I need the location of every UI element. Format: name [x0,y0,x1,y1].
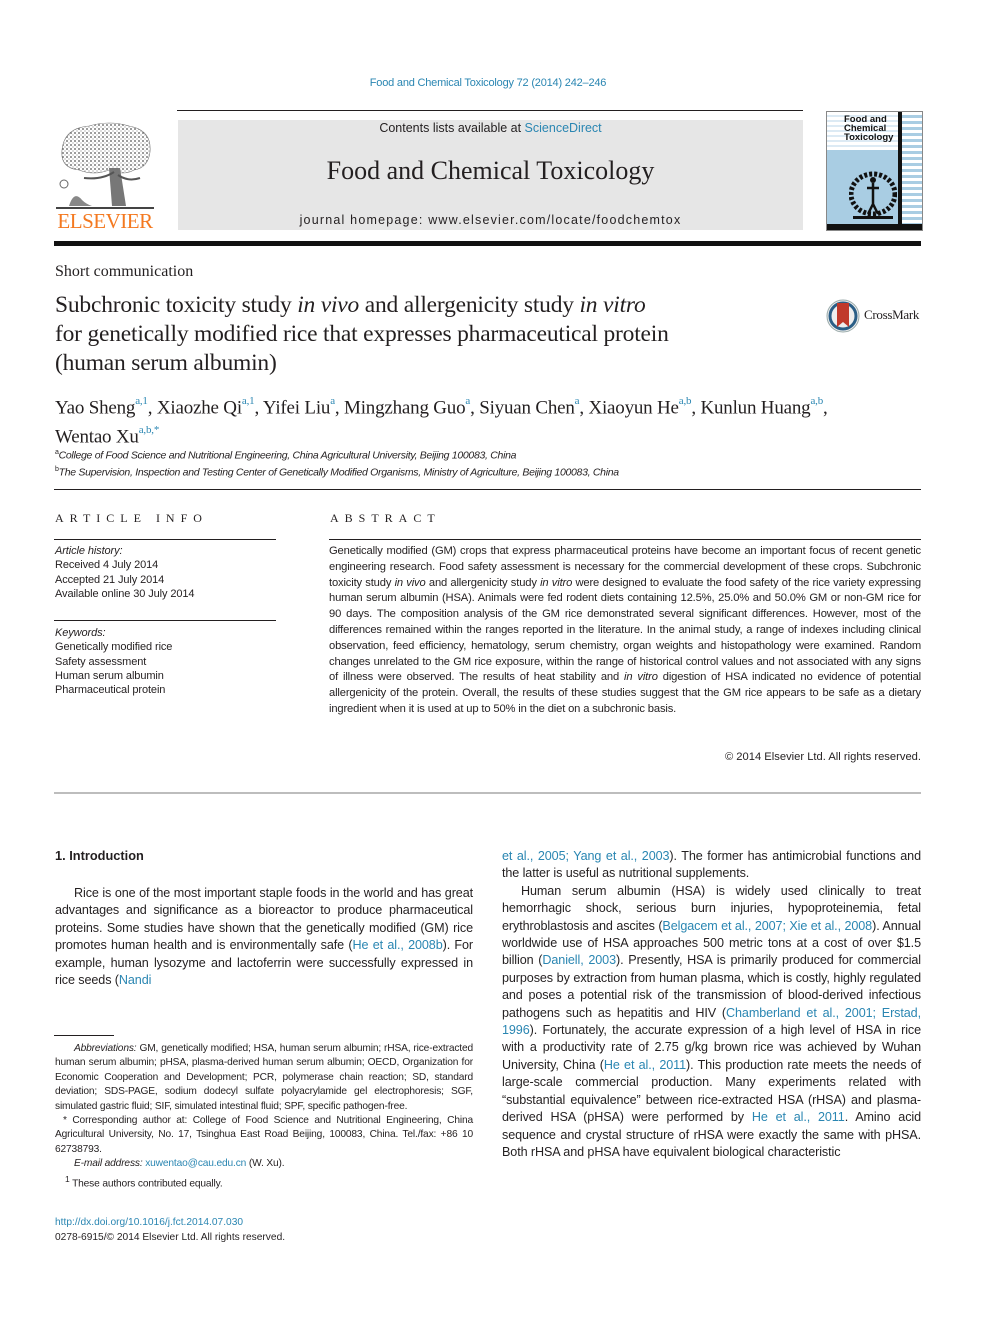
intro-paragraph-2: Human serum albumin (HSA) is widely used… [502,883,922,1159]
keywords-label: Keywords: [55,627,106,639]
elsevier-logo[interactable]: ELSEVIER [54,120,156,234]
cover-figure-icon [849,171,897,219]
keyword: Pharmaceutical protein [55,684,166,697]
section-divider [54,489,921,490]
keywords-rule [54,620,276,621]
keywords: Keywords: Genetically modified rice Safe… [55,626,172,697]
citation-link[interactable]: et al., 2005; Yang et al., 2003 [502,849,670,863]
author-name[interactable]: Xiaozhe Qi [157,397,242,418]
abbreviations-footnote: Abbreviations: GM, genetically modified;… [55,1043,473,1112]
author-name[interactable]: Kunlun Huang [700,397,810,418]
affiliation-a: aCollege of Food Science and Nutritional… [55,449,517,462]
affiliations: aCollege of Food Science and Nutritional… [55,446,925,479]
homepage-prefix: journal homepage: [299,213,429,227]
citation-link[interactable]: Nandi [119,973,152,987]
article-title: Subchronic toxicity study in vivo and al… [55,292,669,376]
intro-paragraph-1-cont: et al., 2005; Yang et al., 2003). The fo… [502,849,921,881]
abstract-bottom-rule [54,792,921,794]
keyword: Safety assessment [55,655,147,668]
article-info-rule [54,539,276,540]
citation-link[interactable]: He et al., 2008b [353,938,443,952]
author-name[interactable]: Siyuan Chen [479,397,575,418]
keyword: Genetically modified rice [55,641,173,654]
citation-link[interactable]: Daniell, 2003 [542,953,616,967]
journal-reference-link[interactable]: Food and Chemical Toxicology 72 (2014) 2… [0,77,976,89]
footnote-rule [54,1035,114,1036]
history-received: Received 4 July 2014 [55,559,159,572]
author-name[interactable]: Yao Sheng [55,397,135,418]
author-affiliation-marker[interactable]: a [330,395,335,407]
crossmark-label: CrossMark [864,307,920,322]
author-name[interactable]: Wentao Xu [55,427,139,448]
sciencedirect-link[interactable]: ScienceDirect [525,121,602,135]
author-affiliation-marker[interactable]: a,1 [135,395,148,407]
intro-paragraph-1: Rice is one of the most important staple… [55,886,474,988]
abstract-rule [329,539,921,540]
journal-cover-thumbnail[interactable]: Food and Chemical Toxicology [826,111,923,231]
author-affiliation-marker[interactable]: a,b [679,395,692,407]
history-accepted: Accepted 21 July 2014 [55,573,165,586]
right-column: et al., 2005; Yang et al., 2003). The fo… [502,848,921,1161]
email-footnote: E-mail address: xuwentao@cau.edu.cn (W. … [74,1158,285,1170]
equal-contribution-footnote: 1 These authors contributed equally. [65,1173,223,1190]
author-name[interactable]: Xiaoyun He [588,397,679,418]
header-rule [177,110,803,111]
author-affiliation-marker[interactable]: a,b,* [139,424,160,436]
cover-title: Food and Chemical Toxicology [844,114,894,143]
footnotes: Abbreviations: GM, genetically modified;… [55,1042,473,1191]
doi-link[interactable]: http://dx.doi.org/10.1016/j.fct.2014.07.… [55,1217,243,1228]
doi-block: http://dx.doi.org/10.1016/j.fct.2014.07.… [55,1216,285,1245]
citation-link[interactable]: He et al., 2011 [604,1058,686,1072]
author-list: Yao Shenga,1, Xiaozhe Qia,1, Yifei Liua,… [55,395,828,448]
journal-title: Food and Chemical Toxicology [326,156,655,185]
citation-link[interactable]: Belgacem et al., 2007; Xie et al., 2008 [662,919,872,933]
crossmark-button[interactable]: CrossMark [826,298,922,334]
author-affiliation-marker[interactable]: a,b [810,395,823,407]
header-thick-rule [54,241,921,246]
citation-link[interactable]: He et al., 2011 [752,1110,845,1124]
abstract-text: Genetically modified (GM) crops that exp… [329,545,922,715]
author-name[interactable]: Yifei Liu [263,397,331,418]
affiliation-b: bThe Supervision, Inspection and Testing… [55,465,619,479]
contents-prefix: Contents lists available at [379,121,525,135]
corresponding-author-footnote: * Corresponding author at: College of Fo… [55,1115,473,1155]
history-label: Article history: [55,545,123,557]
homepage-line: journal homepage: www.elsevier.com/locat… [178,213,803,227]
abstract-copyright: © 2014 Elsevier Ltd. All rights reserved… [724,751,921,763]
author-affiliation-marker[interactable]: a,1 [242,395,255,407]
contents-line: Contents lists available at ScienceDirec… [178,121,803,135]
author-affiliation-marker[interactable]: a [465,395,470,407]
journal-banner: Contents lists available at ScienceDirec… [178,120,803,230]
elsevier-wordmark: ELSEVIER [57,209,153,233]
article-type: Short communication [55,263,194,280]
keyword: Human serum albumin [55,669,164,682]
issn-line: 0278-6915/© 2014 Elsevier Ltd. All right… [55,1231,286,1243]
homepage-url[interactable]: www.elsevier.com/locate/foodchemtox [428,213,681,227]
abstract-heading: ABSTRACT [330,511,441,525]
crossmark-icon [826,299,860,333]
author-affiliation-marker[interactable]: a [575,395,580,407]
article-history: Article history: Received 4 July 2014 Ac… [55,544,195,601]
email-link[interactable]: xuwentao@cau.edu.cn [145,1158,246,1169]
elsevier-tree-icon [56,122,154,209]
author-name[interactable]: Mingzhang Guo [344,397,466,418]
section-heading-introduction: 1. Introduction [55,848,144,863]
article-info-heading: ARTICLE INFO [55,511,208,525]
history-online: Available online 30 July 2014 [55,587,195,600]
